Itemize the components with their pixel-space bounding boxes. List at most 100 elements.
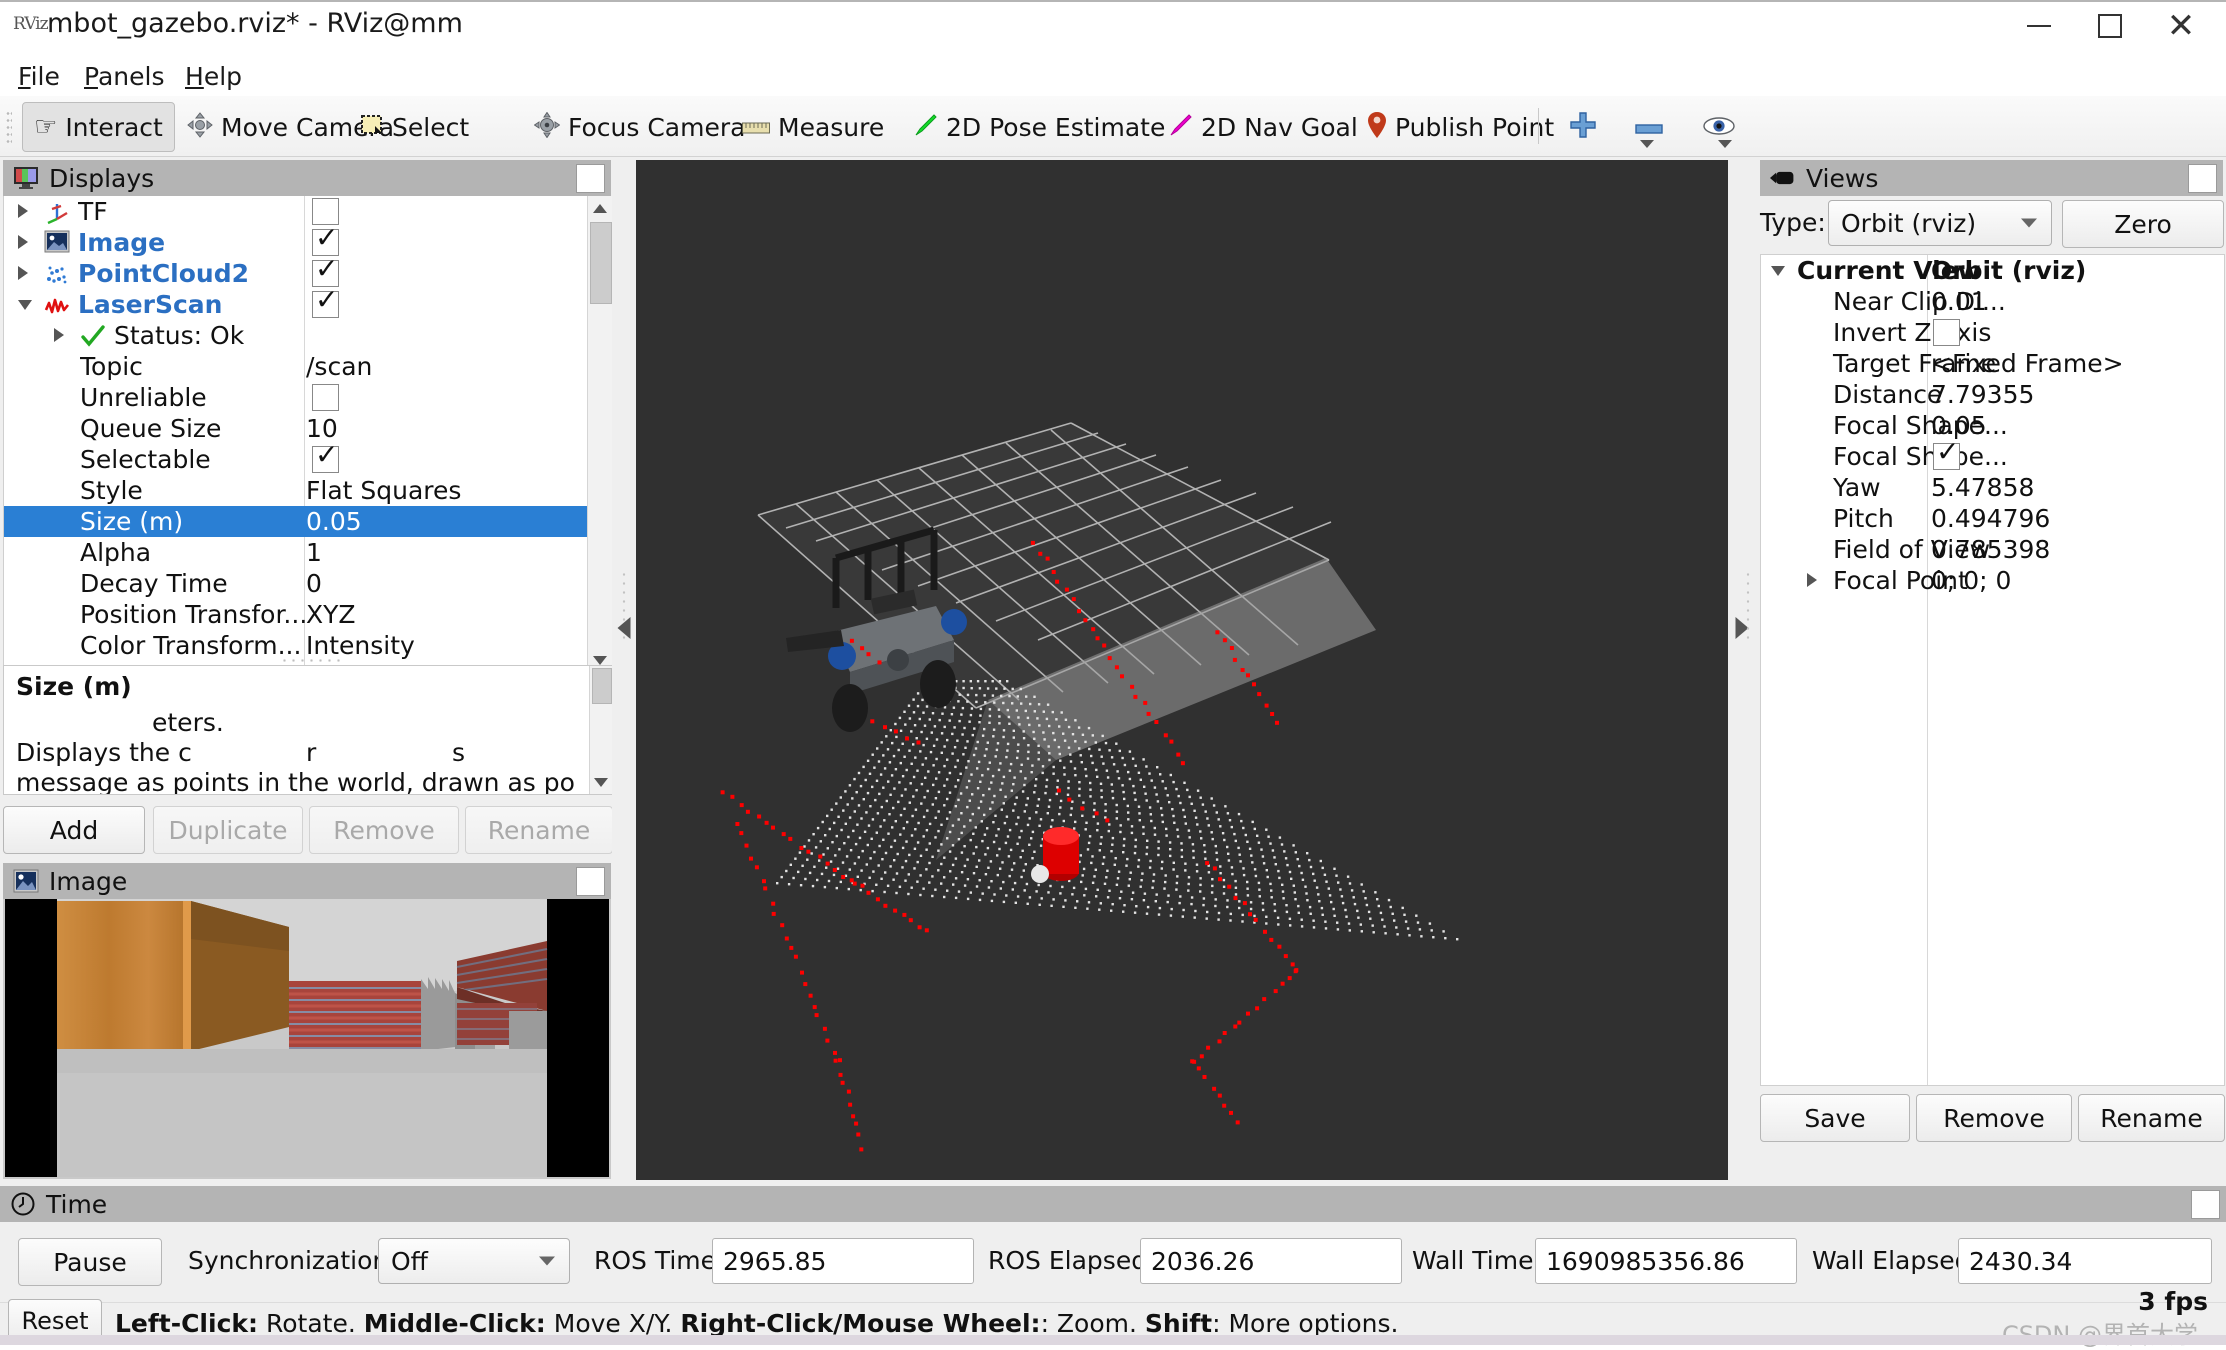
menu-panels[interactable]: Panels [74,58,174,95]
chevron-down-icon[interactable] [1640,140,1654,148]
sync-combo[interactable]: Off [378,1238,570,1284]
save-view-button[interactable]: Save [1760,1094,1910,1142]
display-row-value[interactable]: Flat Squares [306,476,461,505]
close-button[interactable]: ✕ [2146,2,2216,50]
view-row-yaw[interactable]: Yaw5.47858 [1761,472,2222,503]
display-row-value[interactable]: XYZ [306,600,356,629]
view-row-focal-shape[interactable]: Focal Shape... [1761,441,2222,472]
view-row-near-clip-di[interactable]: Near Clip Di...0.01 [1761,286,2222,317]
right-splitter[interactable] [1730,160,1754,1180]
display-row-topic[interactable]: Topic/scan [4,351,610,382]
view-row-focal-shape[interactable]: Focal Shape...0.05 [1761,410,2222,441]
minimize-button[interactable] [2004,2,2074,50]
left-splitter[interactable] [612,160,636,1180]
display-row-checkbox[interactable] [312,291,339,318]
camera-image-view[interactable] [3,899,611,1179]
display-row-style[interactable]: StyleFlat Squares [4,475,610,506]
expander-down-icon[interactable] [18,300,32,310]
view-row-current-view[interactable]: Current ViewOrbit (rviz) [1761,255,2222,286]
ros-time-field[interactable]: 2965.85 [712,1238,974,1284]
display-row-value[interactable]: 0 [306,569,322,598]
view-row-distance[interactable]: Distance7.79355 [1761,379,2222,410]
view-type-combo[interactable]: Orbit (rviz) [1828,200,2052,246]
image-float-button[interactable] [576,867,605,896]
help-scroll-down[interactable] [590,770,612,794]
display-row-checkbox[interactable] [312,384,339,411]
time-float-button[interactable] [2191,1190,2220,1219]
display-row-value[interactable]: 1 [306,538,322,567]
display-row-value[interactable]: /scan [306,352,372,381]
add-tool-button[interactable] [1556,102,1610,152]
zero-button[interactable]: Zero [2062,200,2224,248]
display-row-queue-size[interactable]: Queue Size10 [4,413,610,444]
add-display-button[interactable]: Add [3,806,145,854]
tool-measure[interactable]: Measure [730,102,896,152]
display-row-decay-time[interactable]: Decay Time0 [4,568,610,599]
expander-right-icon[interactable] [54,328,64,342]
views-float-button[interactable] [2188,164,2217,193]
view-row-target-frame[interactable]: Target Frame<Fixed Frame> [1761,348,2222,379]
wall-elapsed-field[interactable]: 2430.34 [1958,1238,2212,1284]
view-row-value[interactable]: 0; 0; 0 [1931,566,2011,595]
display-row-color-transform[interactable]: Color Transform...Intensity [4,630,610,661]
display-row-image[interactable]: Image [4,227,610,258]
help-scrollbar[interactable] [589,666,612,794]
duplicate-display-button[interactable]: Duplicate [153,806,303,854]
tool-2d-pose-estimate[interactable]: 2D Pose Estimate [900,102,1177,152]
display-row-value[interactable]: Intensity [306,631,415,660]
display-row-pointcloud2[interactable]: PointCloud2 [4,258,610,289]
display-row-tf[interactable]: TF [4,196,610,227]
view-row-focal-point[interactable]: Focal Point0; 0; 0 [1761,565,2222,596]
help-scroll-thumb[interactable] [592,668,612,704]
rename-view-button[interactable]: Rename [2078,1094,2225,1142]
displays-scrollbar[interactable] [587,196,612,672]
view-row-value[interactable]: 0.01 [1931,287,1987,316]
display-row-unreliable[interactable]: Unreliable [4,382,610,413]
tool-interact[interactable]: ☞ Interact [22,102,175,152]
tool-publish-point[interactable]: Publish Point [1355,102,1566,152]
view-row-field-of-view[interactable]: Field of View0.785398 [1761,534,2222,565]
wall-time-field[interactable]: 1690985356.86 [1535,1238,1797,1284]
collapse-left-arrow-icon[interactable] [618,617,631,639]
menu-help[interactable]: Help [175,58,252,95]
display-row-selectable[interactable]: Selectable [4,444,610,475]
rename-display-button[interactable]: Rename [465,806,613,854]
view-row-invert-z-axis[interactable]: Invert Z Axis [1761,317,2222,348]
expander-right-icon[interactable] [18,235,28,249]
displays-float-button[interactable] [576,164,605,193]
view-row-value[interactable]: Orbit (rviz) [1931,256,2086,285]
right-splitter-grip[interactable] [1746,570,1751,640]
scroll-up-arrow[interactable] [588,196,612,220]
chevron-down-icon-2[interactable] [1718,140,1732,148]
view-row-value[interactable]: <Fixed Frame> [1931,349,2124,378]
display-row-alpha[interactable]: Alpha1 [4,537,610,568]
expander-right-icon[interactable] [1807,573,1817,587]
render-view-3d[interactable] [636,160,1728,1180]
expander-down-icon[interactable] [1771,266,1785,276]
view-row-checkbox[interactable] [1933,319,1960,346]
ros-elapsed-field[interactable]: 2036.26 [1140,1238,1402,1284]
remove-view-button[interactable]: Remove [1916,1094,2072,1142]
display-row-size-m[interactable]: Size (m)0.05 [4,506,610,537]
view-row-value[interactable]: 7.79355 [1931,380,2034,409]
view-row-checkbox[interactable] [1933,443,1960,470]
tool-focus-camera[interactable]: Focus Camera [522,102,757,152]
scroll-thumb[interactable] [590,222,612,304]
display-row-status-ok[interactable]: Status: Ok [4,320,610,351]
tool-2d-nav-goal[interactable]: 2D Nav Goal [1155,102,1370,152]
tool-select[interactable]: Select [348,102,481,152]
display-row-checkbox[interactable] [312,446,339,473]
view-row-pitch[interactable]: Pitch0.494796 [1761,503,2222,534]
views-tree[interactable]: Current ViewOrbit (rviz)Near Clip Di...0… [1760,254,2225,1086]
pause-button[interactable]: Pause [18,1238,162,1286]
display-row-laserscan[interactable]: LaserScan [4,289,610,320]
displays-tree[interactable]: TFImagePointCloud2LaserScanStatus: OkTop… [3,196,613,673]
display-row-position-transfor[interactable]: Position Transfor...XYZ [4,599,610,630]
toolbar-grip[interactable] [6,110,12,146]
panel-splitter-horizontal[interactable] [280,658,340,664]
view-row-value[interactable]: 0.494796 [1931,504,2050,533]
view-row-value[interactable]: 0.785398 [1931,535,2050,564]
expander-right-icon[interactable] [18,266,28,280]
maximize-button[interactable] [2075,2,2145,50]
view-row-value[interactable]: 5.47858 [1931,473,2034,502]
